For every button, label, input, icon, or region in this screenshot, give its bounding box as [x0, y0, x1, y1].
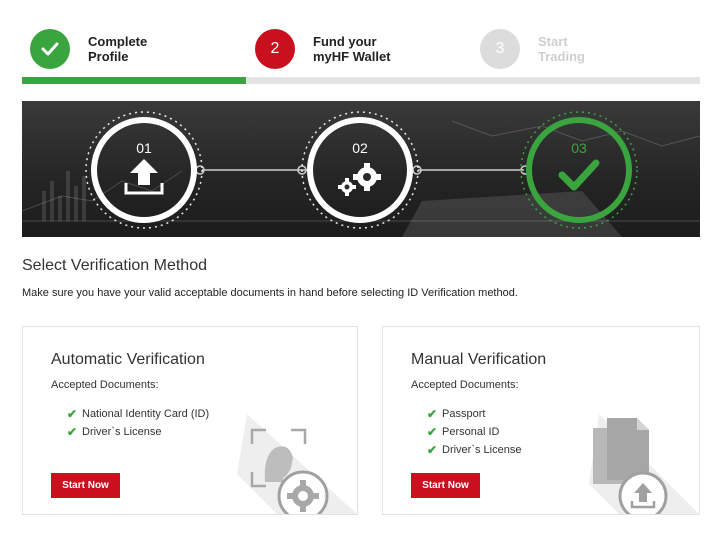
accepted-documents-label: Accepted Documents: [51, 379, 159, 391]
banner-step-1-number: 01 [136, 140, 152, 156]
list-item: ✔ Driver`s License [67, 423, 209, 441]
step-1-check-icon [30, 29, 70, 69]
progress-bar-fill [22, 77, 246, 84]
list-item: ✔ Passport [427, 405, 521, 423]
step-fund-wallet: 2 Fund your myHF Wallet [255, 29, 403, 69]
start-automatic-verification-button[interactable]: Start Now [51, 473, 120, 498]
progress-stepper: Complete Profile 2 Fund your myHF Wallet… [22, 0, 700, 86]
step-start-trading: 3 Start Trading [480, 29, 628, 69]
check-icon: ✔ [67, 407, 78, 421]
check-icon: ✔ [67, 425, 78, 439]
step-1-label-line2: Profile [88, 49, 129, 64]
banner-illustration: 01 02 03 [22, 111, 700, 237]
step-2-label: Fund your myHF Wallet [313, 34, 403, 64]
document-name: Personal ID [442, 426, 500, 438]
document-name: Driver`s License [442, 444, 522, 456]
page-title: Select Verification Method [22, 257, 207, 274]
banner-step-upload: 01 [85, 111, 203, 229]
step-3-label-line2: Trading [538, 49, 585, 64]
gears-icon [338, 163, 381, 196]
automatic-verification-card: Automatic Verification Accepted Document… [22, 326, 358, 515]
card-title: Manual Verification [411, 351, 547, 368]
document-name: National Identity Card (ID) [82, 408, 210, 420]
step-complete-profile: Complete Profile [30, 29, 178, 69]
list-item: ✔ National Identity Card (ID) [67, 405, 209, 423]
step-3-number: 3 [480, 29, 520, 69]
banner-step-gears: 02 [301, 111, 419, 229]
list-item: ✔ Personal ID [427, 423, 521, 441]
check-icon [558, 159, 600, 191]
step-2-label-line2: myHF Wallet [313, 49, 391, 64]
start-manual-verification-button[interactable]: Start Now [411, 473, 480, 498]
document-name: Driver`s License [82, 426, 162, 438]
document-list: ✔ Passport ✔ Personal ID ✔ Driver`s License [427, 405, 521, 459]
documents-upload-icon [589, 414, 699, 514]
step-1-label-line1: Complete [88, 34, 148, 49]
banner-step-3-number: 03 [571, 140, 587, 156]
document-list: ✔ National Identity Card (ID) ✔ Driver`s L… [67, 405, 209, 441]
step-3-label-line1: Start [538, 34, 568, 49]
step-1-label: Complete Profile [88, 34, 178, 64]
face-scan-gear-icon [237, 414, 357, 514]
verification-banner: 01 02 03 [22, 101, 700, 237]
check-icon: ✔ [427, 443, 438, 457]
progress-bar [22, 77, 700, 84]
accepted-documents-label: Accepted Documents: [411, 379, 519, 391]
check-icon: ✔ [427, 425, 438, 439]
manual-verification-card: Manual Verification Accepted Documents: … [382, 326, 700, 515]
card-title: Automatic Verification [51, 351, 205, 368]
step-2-number: 2 [255, 29, 295, 69]
check-icon: ✔ [427, 407, 438, 421]
banner-step-2-number: 02 [352, 140, 368, 156]
page-description: Make sure you have your valid acceptable… [22, 287, 518, 299]
step-3-label: Start Trading [538, 34, 628, 64]
document-name: Passport [442, 408, 486, 420]
list-item: ✔ Driver`s License [427, 441, 521, 459]
step-2-label-line1: Fund your [313, 34, 377, 49]
